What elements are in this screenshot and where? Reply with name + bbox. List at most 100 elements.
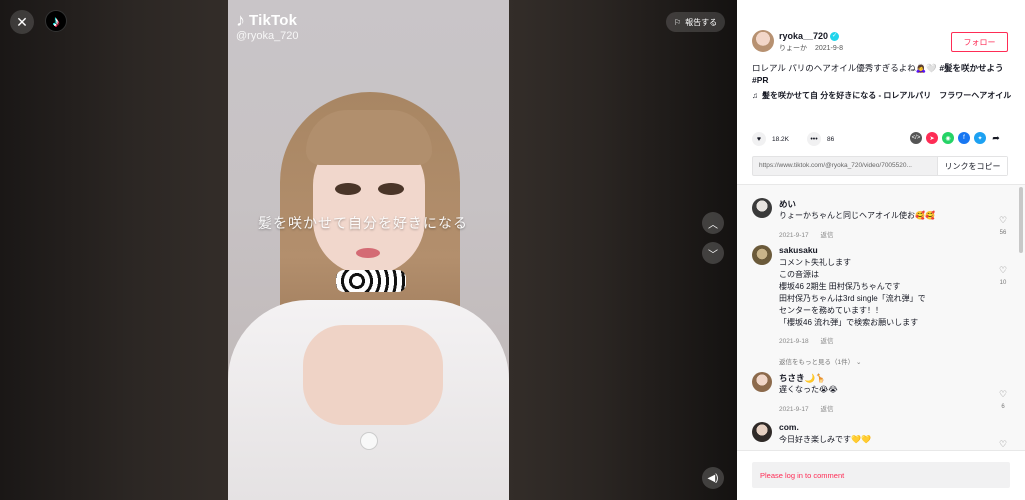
video-subject-hands [303, 325, 443, 425]
hashtag-link[interactable]: #PR [752, 75, 769, 85]
copy-link-row: https://www.tiktok.com/@ryoka_720/video/… [752, 156, 1008, 176]
video-player[interactable]: ♪ TikTok @ryoka_720 髪を咲かせて自分を好きになる [228, 0, 509, 500]
watermark-handle: @ryoka_720 [236, 30, 299, 42]
music-info[interactable]: ♫ 髪を咲かせて自 分を好きになる - ロレアルパリ フラワーヘアオイル [752, 90, 1012, 102]
comment-like-count: 6 [1001, 404, 1005, 410]
commenter-name[interactable]: めい [779, 198, 796, 210]
video-subject-shirt-button [360, 432, 378, 450]
heart-outline-icon: ♡ [998, 389, 1008, 399]
heart-outline-icon: ♡ [998, 215, 1008, 225]
comment-line: この音源は [779, 270, 819, 279]
comment-text: りょーかちゃんと同じヘアオイル使お🥰🥰 [779, 211, 935, 220]
author-avatar[interactable] [752, 30, 774, 52]
twitter-icon[interactable]: ✦ [974, 132, 986, 144]
comment-date: 2021-9-18 [779, 338, 809, 345]
post-date: 2021-9-8 [814, 45, 843, 52]
view-more-replies-button[interactable]: 返信をもっと見る（1件） ⌄ [779, 356, 861, 366]
commenter-avatar[interactable] [752, 198, 772, 218]
engagement-stats: ♥ 18.2K ••• 86 [752, 131, 852, 147]
commenter-avatar[interactable] [752, 422, 772, 442]
comment-line: 「櫻坂46 流れ弾」で検索お願いします [779, 318, 919, 327]
verified-icon: ✓ [830, 32, 840, 42]
video-description: ロレアル パリのヘアオイル優秀すぎるよね🙇‍♀️🤍 #髪を咲かせよう #PR [752, 62, 1012, 86]
next-video-button[interactable]: ﹀ [702, 242, 724, 264]
share-arrow-icon[interactable]: ➦ [990, 132, 1002, 144]
reply-button[interactable]: 返信 [820, 232, 833, 239]
scrollbar[interactable] [1019, 187, 1023, 253]
video-stage: ♪ TikTok @ryoka_720 髪を咲かせて自分を好きになる ✕ ♪ ⚐… [0, 0, 737, 500]
share-buttons: </> ➤ ◉ f ✦ ➦ [910, 132, 1002, 144]
comment-date: 2021-9-17 [779, 232, 809, 239]
facebook-icon[interactable]: f [958, 132, 970, 144]
music-title: 髪を咲かせて自 分を好きになる - ロレアルパリ フラワーヘアオイル [762, 91, 1012, 100]
commenter-name[interactable]: ちさき🌙🦒 [779, 372, 826, 384]
comment-icon[interactable]: ••• [807, 132, 821, 146]
commenter-name[interactable]: sakusaku [779, 245, 818, 255]
volume-button[interactable]: ◀) [702, 467, 724, 489]
comment-text: 遅くなった😭😭 [779, 385, 838, 394]
author-subline: りょーか 2021-9-8 [779, 43, 843, 53]
close-button[interactable]: ✕ [10, 10, 34, 34]
tiktok-note-icon: ♪ [236, 10, 245, 30]
embed-icon[interactable]: </> [910, 132, 922, 144]
video-subject-lips [356, 248, 380, 258]
comment-like[interactable]: ♡ 6 [996, 384, 1010, 410]
comment-date: 2021-9-17 [779, 406, 809, 413]
login-to-comment-link[interactable]: Please log in to comment [752, 462, 1010, 488]
chevron-down-icon: ﹀ [708, 249, 718, 261]
comment-line: センターを務めています！！ [779, 306, 883, 315]
follow-button[interactable]: フォロー [951, 32, 1008, 52]
music-note-icon: ♫ [752, 91, 758, 100]
comment-list[interactable]: めい りょーかちゃんと同じヘアオイル使お🥰🥰 2021-9-17 返信 ♡ 56… [737, 185, 1025, 450]
line-icon[interactable]: ◉ [942, 132, 954, 144]
send-icon[interactable]: ➤ [926, 132, 938, 144]
flag-icon: ⚐ [674, 17, 682, 27]
video-subject-eye-left [335, 183, 361, 195]
video-caption: 髪を咲かせて自分を好きになる [258, 215, 468, 231]
author-username[interactable]: ryoka__720 ✓ [779, 31, 840, 42]
comment-like[interactable]: ♡ [996, 434, 1010, 450]
comment-item: めい りょーかちゃんと同じヘアオイル使お🥰🥰 2021-9-17 返信 ♡ 56 [752, 198, 1007, 243]
watermark-brand: TikTok [249, 12, 298, 29]
comment-line: コメント失礼します [779, 258, 851, 267]
comment-text: コメント失礼します この音源は 櫻坂46 2期生 田村保乃ちゃんです 田村保乃ち… [779, 257, 979, 329]
previous-video-button[interactable]: ︿ [702, 212, 724, 234]
description-text: ロレアル パリのヘアオイル優秀すぎるよね🙇‍♀️🤍 [752, 63, 937, 73]
comment-login-bar: Please log in to comment [737, 450, 1025, 500]
comment-like-count: 56 [999, 230, 1007, 236]
report-button[interactable]: ⚐ 報告する [666, 12, 726, 32]
comment-like-count: 10 [999, 280, 1007, 286]
copy-link-button[interactable]: リンクをコピー [937, 157, 1007, 175]
comment-item: sakusaku コメント失礼します この音源は 櫻坂46 2期生 田村保乃ちゃ… [752, 245, 1007, 365]
comment-like[interactable]: ♡ 10 [996, 260, 1010, 286]
author-nickname: りょーか [779, 45, 807, 52]
video-subject-choker [336, 270, 406, 292]
comment-like[interactable]: ♡ 56 [996, 210, 1010, 236]
comment-item: ちさき🌙🦒 遅くなった😭😭 2021-9-17 返信 ♡ 6 [752, 372, 1007, 417]
comment-meta: 2021-9-17 返信 [779, 403, 833, 413]
chevron-down-icon: ⌄ [855, 359, 862, 366]
comment-text: 今日好き楽しみです💛💛 [779, 435, 871, 444]
hashtag-link[interactable]: #髪を咲かせよう [939, 63, 1003, 73]
speaker-icon: ◀) [707, 472, 719, 484]
video-subject-eye-right [378, 183, 404, 195]
reply-button[interactable]: 返信 [820, 338, 833, 345]
report-label: 報告する [685, 17, 718, 27]
commenter-avatar[interactable] [752, 245, 772, 265]
video-subject-bangs [306, 110, 432, 165]
video-watermark: ♪ TikTok [236, 10, 297, 31]
heart-outline-icon: ♡ [998, 439, 1008, 449]
comment-count: 86 [827, 135, 835, 143]
comment-meta: 2021-9-18 返信 [779, 335, 833, 345]
video-url: https://www.tiktok.com/@ryoka_720/video/… [759, 162, 912, 169]
reply-button[interactable]: 返信 [820, 406, 833, 413]
details-panel: ryoka__720 ✓ りょーか 2021-9-8 フォロー ロレアル パリのヘ… [737, 0, 1025, 500]
heart-icon[interactable]: ♥ [752, 132, 766, 146]
heart-outline-icon: ♡ [998, 265, 1008, 275]
comment-meta: 2021-9-17 返信 [779, 229, 833, 239]
commenter-name[interactable]: com. [779, 422, 799, 432]
commenter-avatar[interactable] [752, 372, 772, 392]
tiktok-logo-icon[interactable]: ♪ [45, 10, 67, 32]
comment-item: com. 今日好き楽しみです💛💛 ♡ [752, 422, 1007, 450]
like-count: 18.2K [772, 135, 789, 143]
